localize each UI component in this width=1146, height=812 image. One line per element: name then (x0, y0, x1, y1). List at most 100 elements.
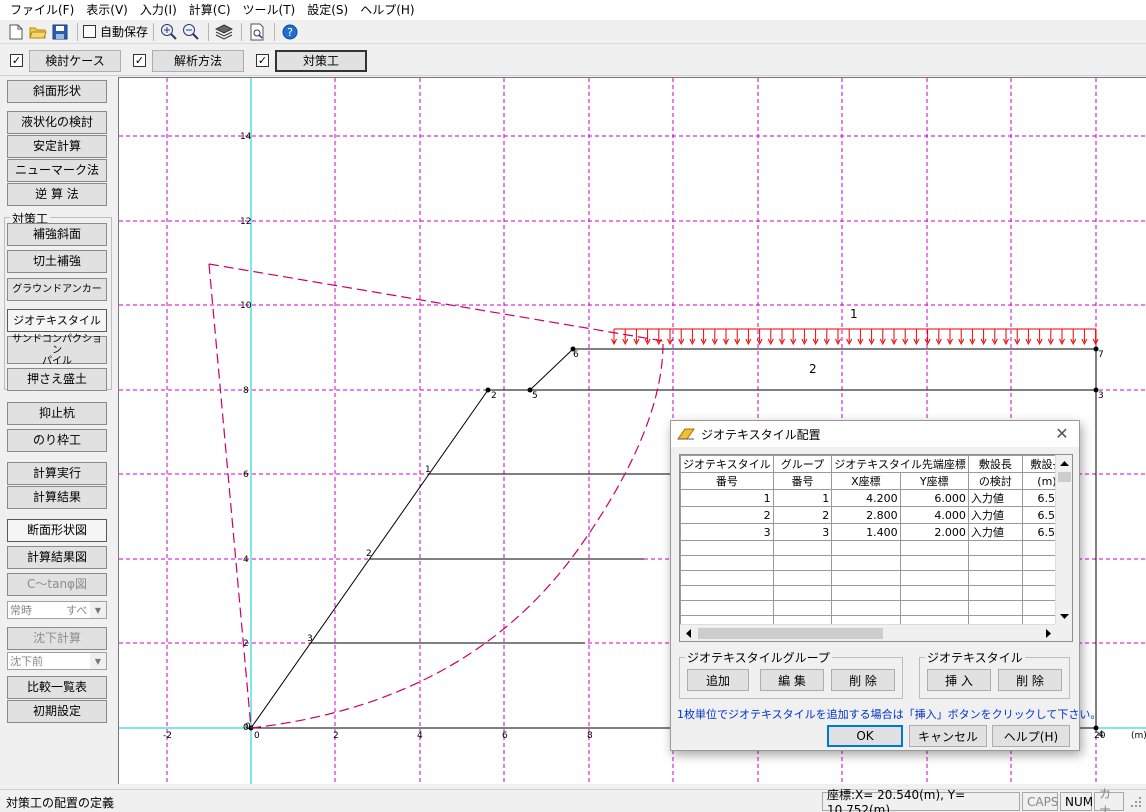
y-tick-8: 8 (243, 386, 249, 396)
cut-reinforce-button[interactable]: 切土補強 (7, 250, 107, 273)
mode-select-value-2: すべ (66, 604, 88, 617)
close-icon[interactable]: ✕ (1053, 424, 1071, 443)
menu-input[interactable]: 入力(I) (134, 0, 183, 20)
geotextile-grid[interactable]: ジオテキスタイル グループ ジオテキスタイル先端座標 敷設長 敷設長 番号 番号… (679, 454, 1073, 642)
reinforced-slope-button[interactable]: 補強斜面 (7, 223, 107, 246)
table-row[interactable] (680, 555, 1072, 571)
method-button[interactable]: 解析方法 (152, 49, 244, 72)
print-preview-icon[interactable] (247, 22, 267, 42)
menu-file[interactable]: ファイル(F) (4, 0, 80, 20)
sand-compaction-button[interactable]: サンドコンパクション パイル (7, 334, 107, 367)
layers-icon[interactable] (214, 22, 234, 42)
help-icon[interactable]: ? (280, 22, 300, 42)
mode-select[interactable]: 常時 すべ ▼ (7, 601, 107, 619)
table-header-row: 番号 番号 X座標 Y座標 の検討 (m) (680, 472, 1072, 490)
cell-check[interactable]: 入力値 (967, 489, 1023, 507)
insert-button[interactable]: 挿 入 (927, 669, 991, 691)
y-tick-10: 10 (240, 301, 252, 311)
frame-button[interactable]: のり枠工 (7, 429, 107, 452)
menu-help[interactable]: ヘルプ(H) (354, 0, 420, 20)
cell-no[interactable]: 3 (680, 523, 774, 541)
zoom-out-icon[interactable] (181, 22, 201, 42)
delete-geotextile-button[interactable]: 削 除 (998, 669, 1062, 691)
menu-calc[interactable]: 計算(C) (183, 0, 237, 20)
table-row[interactable]: 3 3 1.400 2.000 入力値 6.500 (680, 523, 1072, 541)
open-folder-icon[interactable] (28, 22, 48, 42)
section-fig-button[interactable]: 断面形状図 (7, 519, 107, 542)
col-header-no: ジオテキスタイル (680, 455, 774, 473)
autosave-checkbox[interactable] (83, 25, 96, 38)
cell-group[interactable]: 2 (772, 506, 833, 524)
liquefaction-button[interactable]: 液状化の検討 (7, 111, 107, 134)
menu-tools[interactable]: ツール(T) (237, 0, 302, 20)
scroll-corner (1055, 624, 1072, 641)
table-row[interactable]: 2 2 2.800 4.000 入力値 6.500 (680, 506, 1072, 524)
table-row[interactable] (680, 540, 1072, 556)
help-button[interactable]: ヘルプ(H) (992, 725, 1070, 747)
y-tick-6: 6 (243, 470, 249, 480)
case-checkbox[interactable]: ✓ (10, 54, 23, 67)
stability-button[interactable]: 安定計算 (7, 135, 107, 158)
dialog-hint: 1枚単位でジオテキスタイルを追加する場合は「挿入」ボタンをクリックして下さい。 (677, 708, 1102, 721)
c-tan-fig-button[interactable]: C〜tanφ図 (7, 573, 107, 596)
cell-x[interactable]: 4.200 (831, 489, 901, 507)
pile-button[interactable]: 抑止杭 (7, 402, 107, 425)
table-row[interactable] (680, 585, 1072, 601)
menu-view[interactable]: 表示(V) (80, 0, 134, 20)
settlement-select[interactable]: 沈下前 ▼ (7, 652, 107, 670)
table-row[interactable]: 1 1 4.200 6.000 入力値 6.500 (680, 489, 1072, 507)
slope-shape-button[interactable]: 斜面形状 (7, 80, 107, 103)
case-button[interactable]: 検討ケース (29, 49, 121, 72)
ground-anchor-button[interactable]: グラウンドアンカー (7, 278, 107, 301)
init-settings-button[interactable]: 初期設定 (7, 700, 107, 723)
vertical-scrollbar[interactable] (1055, 455, 1072, 625)
cell-check[interactable]: 入力値 (967, 523, 1023, 541)
cell-group[interactable]: 3 (772, 523, 833, 541)
col-header-length-check: 敷設長 (967, 455, 1023, 473)
node-label-6: 6 (573, 350, 579, 360)
add-group-button[interactable]: 追加 (687, 669, 749, 691)
cell-no[interactable]: 1 (680, 489, 774, 507)
result-fig-button[interactable]: 計算結果図 (7, 546, 107, 569)
table-row[interactable] (680, 570, 1072, 586)
settlement-calc-button[interactable]: 沈下計算 (7, 627, 107, 650)
dialog-titlebar[interactable]: ジオテキスタイル配置 ✕ (671, 421, 1079, 447)
node-label-2: 2 (491, 391, 497, 401)
countermeasure-checkbox[interactable]: ✓ (256, 54, 269, 67)
new-file-icon[interactable] (6, 22, 26, 42)
cancel-button[interactable]: キャンセル (909, 725, 987, 747)
counterweight-button[interactable]: 押さえ盛土 (7, 368, 107, 391)
ok-button[interactable]: OK (827, 725, 903, 747)
cell-check[interactable]: 入力値 (967, 506, 1023, 524)
newmark-button[interactable]: ニューマーク法 (7, 159, 107, 182)
delete-group-button[interactable]: 削 除 (831, 669, 895, 691)
cell-x[interactable]: 1.400 (831, 523, 901, 541)
edit-group-button[interactable]: 編 集 (760, 669, 824, 691)
cell-y[interactable]: 4.000 (899, 506, 969, 524)
geotextile-group-label: ジオテキスタイルグループ (685, 649, 832, 666)
cell-y[interactable]: 6.000 (899, 489, 969, 507)
dialog-title: ジオテキスタイル配置 (701, 427, 821, 442)
back-analysis-button[interactable]: 逆 算 法 (7, 183, 107, 206)
col-subheader-check: の検討 (967, 472, 1023, 490)
table-row[interactable] (680, 600, 1072, 616)
countermeasure-button[interactable]: 対策工 (275, 49, 367, 72)
zoom-in-icon[interactable] (159, 22, 179, 42)
save-icon[interactable] (50, 22, 70, 42)
x-tick-6: 6 (502, 731, 508, 741)
method-checkbox[interactable]: ✓ (133, 54, 146, 67)
node-label-4: 4 (1098, 730, 1104, 740)
cell-group[interactable]: 1 (772, 489, 833, 507)
geotextile-button[interactable]: ジオテキスタイル (7, 309, 107, 332)
run-calc-button[interactable]: 計算実行 (7, 462, 107, 485)
horizontal-scrollbar[interactable] (680, 624, 1057, 641)
cell-no[interactable]: 2 (680, 506, 774, 524)
cell-y[interactable]: 2.000 (899, 523, 969, 541)
calc-result-button[interactable]: 計算結果 (7, 486, 107, 509)
menu-settings[interactable]: 設定(S) (301, 0, 354, 20)
node-label-5: 5 (532, 391, 538, 401)
cell-x[interactable]: 2.800 (831, 506, 901, 524)
status-kana: カナ (1094, 787, 1124, 812)
comparison-button[interactable]: 比較一覧表 (7, 676, 107, 699)
resize-grip-icon[interactable] (1130, 796, 1142, 808)
